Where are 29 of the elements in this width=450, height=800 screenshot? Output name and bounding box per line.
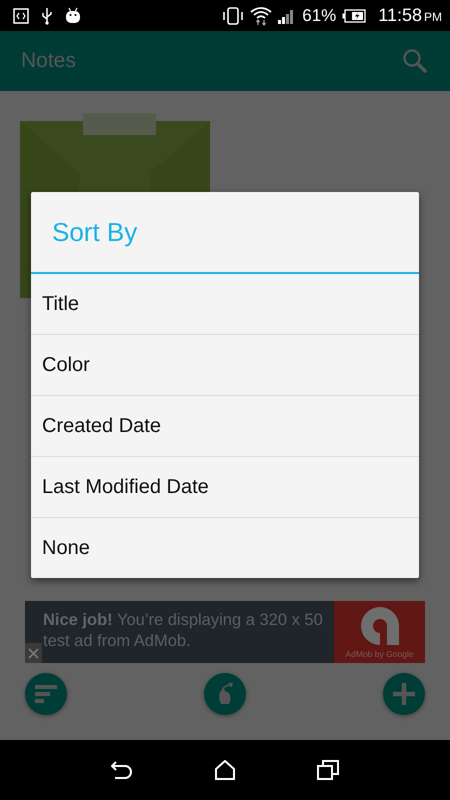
battery-charging-icon xyxy=(342,8,366,22)
sort-icon xyxy=(35,685,57,703)
sort-option[interactable]: None xyxy=(31,517,419,578)
clock-time: 11:58 xyxy=(378,5,422,26)
plus-icon xyxy=(393,683,415,705)
gesture-button[interactable] xyxy=(204,673,246,715)
vibrate-icon xyxy=(222,6,244,24)
search-icon[interactable] xyxy=(402,48,428,74)
wifi-icon xyxy=(250,6,272,26)
sort-option[interactable]: Title xyxy=(31,274,419,334)
dialog-title: Sort By xyxy=(31,192,419,274)
close-icon[interactable] xyxy=(25,643,42,663)
home-icon[interactable] xyxy=(215,760,235,780)
back-icon[interactable] xyxy=(111,760,133,780)
add-button[interactable] xyxy=(383,673,425,715)
ad-text: Nice job! You’re displaying a 320 x 50 test ad from AdMob. xyxy=(43,610,324,652)
sort-option[interactable]: Last Modified Date xyxy=(31,456,419,517)
clock-period: PM xyxy=(424,10,442,24)
android-icon xyxy=(65,7,81,24)
recents-icon[interactable] xyxy=(317,760,339,780)
app-title: Notes xyxy=(21,49,76,73)
sort-option[interactable]: Created Date xyxy=(31,395,419,456)
usb-icon xyxy=(41,6,53,24)
code-icon xyxy=(13,8,29,24)
admob-logo-icon xyxy=(358,605,400,647)
ad-brand: AdMob by Google xyxy=(345,649,414,659)
battery-percent: 61% xyxy=(302,6,336,26)
sort-button[interactable] xyxy=(25,673,67,715)
sort-option[interactable]: Color xyxy=(31,334,419,395)
